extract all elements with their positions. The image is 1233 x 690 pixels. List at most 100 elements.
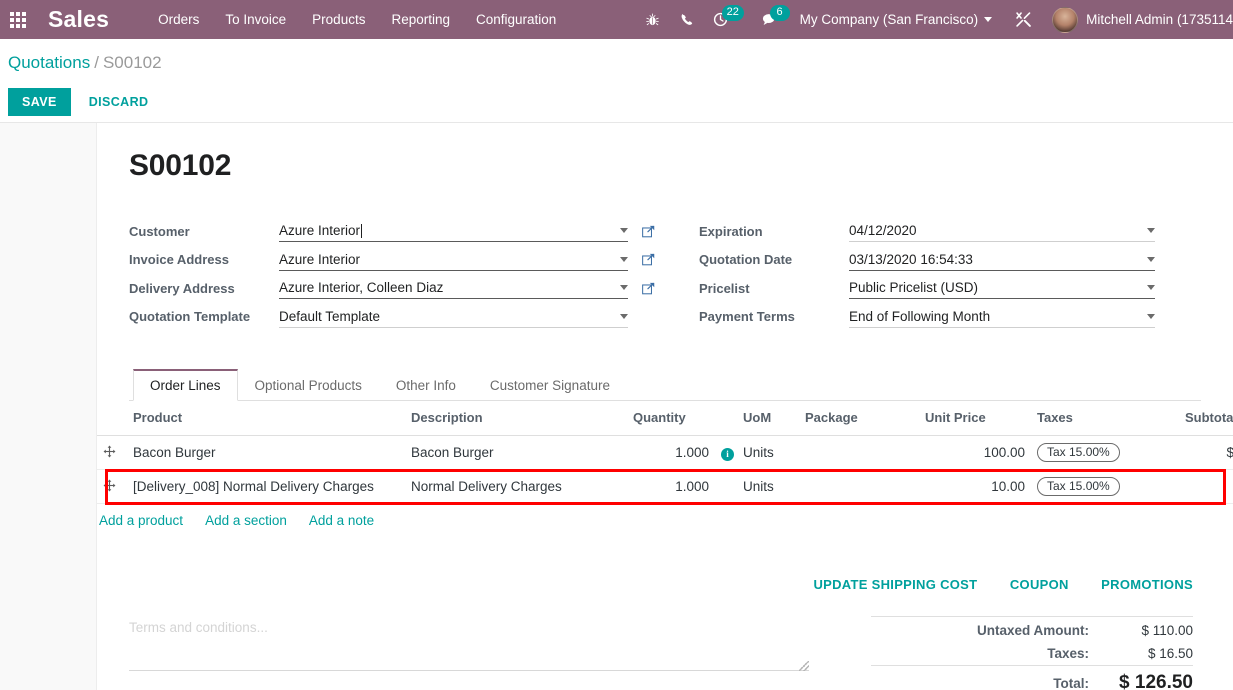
totals-divider-top	[871, 616, 1193, 617]
discard-button[interactable]: DISCARD	[81, 88, 157, 116]
menu-item-products[interactable]: Products	[299, 0, 378, 39]
voip-phone-button[interactable]	[670, 0, 704, 39]
breadcrumb: Quotations / S00102	[0, 51, 1233, 75]
cell-quantity[interactable]: 1.000	[627, 469, 715, 504]
save-button[interactable]: SAVE	[8, 88, 71, 116]
cell-uom[interactable]: Units	[737, 435, 799, 470]
row-drag-handle[interactable]	[97, 469, 127, 504]
cell-quantity-info[interactable]: i	[715, 435, 737, 470]
row-drag-handle[interactable]	[97, 435, 127, 470]
menu-item-to-invoice[interactable]: To Invoice	[212, 0, 299, 39]
external-link-icon	[641, 282, 654, 295]
cell-package[interactable]	[799, 469, 919, 504]
cell-product[interactable]: [Delivery_008] Normal Delivery Charges	[127, 469, 405, 504]
app-brand-sales[interactable]: Sales	[48, 6, 109, 33]
cell-taxes[interactable]: Tax 15.00%	[1031, 435, 1179, 470]
cell-quantity[interactable]: 1.000	[627, 435, 715, 470]
col-description: Description	[405, 401, 627, 436]
cell-unit-price[interactable]: 100.00	[919, 435, 1031, 470]
col-taxes: Taxes	[1031, 401, 1179, 436]
tab-optional-products[interactable]: Optional Products	[238, 369, 379, 401]
delivery-address-value: Azure Interior, Colleen Diaz	[279, 280, 444, 296]
col-product: Product	[127, 401, 405, 436]
field-pricelist-row: Pricelist Public Pricelist (USD)	[699, 274, 1155, 303]
tab-customer-signature[interactable]: Customer Signature	[473, 369, 627, 401]
activities-button[interactable]: 22	[704, 0, 744, 39]
user-menu-label[interactable]: Mitchell Admin (1735114	[1086, 12, 1233, 27]
delivery-address-input[interactable]: Azure Interior, Colleen Diaz	[279, 277, 628, 300]
chevron-down-icon[interactable]	[1147, 256, 1155, 262]
chevron-down-icon[interactable]	[1147, 285, 1155, 291]
field-invoice-address-row: Invoice Address Azure Interior	[129, 246, 659, 275]
control-panel-buttons: SAVE DISCARD	[0, 88, 1233, 116]
terms-and-conditions-field[interactable]: Terms and conditions...	[129, 616, 809, 690]
promotions-button[interactable]: PROMOTIONS	[1101, 577, 1193, 592]
field-delivery-address-row: Delivery Address Azure Interior, Colleen…	[129, 274, 659, 303]
cell-unit-price[interactable]: 10.00	[919, 469, 1031, 504]
add-a-note-link[interactable]: Add a note	[309, 513, 374, 528]
add-a-product-link[interactable]: Add a product	[99, 513, 183, 528]
debug-bug-button[interactable]	[636, 0, 670, 39]
tax-badge: Tax 15.00%	[1037, 443, 1120, 462]
cell-quantity-info	[715, 469, 737, 504]
text-cursor	[361, 223, 363, 238]
cell-package[interactable]	[799, 435, 919, 470]
open-customer-record-button[interactable]	[637, 225, 659, 238]
coupon-button[interactable]: COUPON	[1010, 577, 1069, 592]
cell-description[interactable]: Bacon Burger	[405, 435, 627, 470]
wrench-screwdriver-icon	[1015, 12, 1031, 27]
chevron-down-icon[interactable]	[1147, 228, 1155, 234]
chevron-down-icon[interactable]	[620, 313, 628, 319]
resize-grip-icon[interactable]	[799, 661, 809, 671]
total-untaxed-amount-row: Untaxed Amount: $ 110.00	[871, 619, 1193, 642]
pricelist-value: Public Pricelist (USD)	[849, 280, 979, 296]
cell-description[interactable]: Normal Delivery Charges	[405, 469, 627, 504]
main-menu: Orders To Invoice Products Reporting Con…	[145, 0, 569, 39]
chevron-down-icon[interactable]	[620, 256, 628, 262]
menu-item-reporting[interactable]: Reporting	[378, 0, 463, 39]
table-row[interactable]: [Delivery_008] Normal Delivery Charges N…	[97, 469, 1233, 504]
messages-button[interactable]: 6	[752, 0, 790, 39]
payment-terms-input[interactable]: End of Following Month	[849, 306, 1155, 328]
menu-item-orders[interactable]: Orders	[145, 0, 212, 39]
pricelist-input[interactable]: Public Pricelist (USD)	[849, 277, 1155, 300]
update-shipping-cost-button[interactable]: UPDATE SHIPPING COST	[813, 577, 977, 592]
add-line-links: Add a product Add a section Add a note	[65, 504, 1200, 530]
cell-uom[interactable]: Units	[737, 469, 799, 504]
user-avatar[interactable]	[1052, 6, 1079, 33]
open-delivery-address-button[interactable]	[637, 282, 659, 295]
table-row[interactable]: Bacon Burger Bacon Burger 1.000 i Units …	[97, 435, 1233, 470]
expiration-input[interactable]: 04/12/2020	[849, 220, 1155, 243]
breadcrumb-quotations[interactable]: Quotations	[8, 53, 90, 72]
cell-taxes[interactable]: Tax 15.00%	[1031, 469, 1179, 504]
col-handle	[97, 401, 127, 436]
field-label-delivery-address: Delivery Address	[129, 280, 235, 296]
apps-menu-button[interactable]	[0, 0, 36, 39]
tools-button[interactable]	[1006, 0, 1040, 39]
activities-badge: 22	[721, 5, 744, 21]
breadcrumb-separator: /	[94, 53, 99, 72]
totals-block: Untaxed Amount: $ 110.00 Taxes: $ 16.50 …	[871, 616, 1201, 690]
tab-order-lines[interactable]: Order Lines	[133, 369, 238, 401]
col-quantity-info	[715, 401, 737, 436]
add-a-section-link[interactable]: Add a section	[205, 513, 287, 528]
terms-textarea-underline	[129, 635, 809, 671]
field-expiration-row: Expiration 04/12/2020	[699, 217, 1155, 246]
tab-other-info[interactable]: Other Info	[379, 369, 473, 401]
customer-input[interactable]: Azure Interior	[279, 220, 628, 243]
company-switcher[interactable]: My Company (San Francisco)	[786, 12, 1001, 27]
chevron-down-icon[interactable]	[620, 285, 628, 291]
field-label-pricelist: Pricelist	[699, 280, 750, 296]
chevron-down-icon[interactable]	[620, 228, 628, 234]
field-label-quotation-date: Quotation Date	[699, 252, 793, 268]
quotation-date-input[interactable]: 03/13/2020 16:54:33	[849, 249, 1155, 271]
col-quantity: Quantity	[627, 401, 715, 436]
open-invoice-address-button[interactable]	[637, 253, 659, 266]
cell-product[interactable]: Bacon Burger	[127, 435, 405, 470]
bug-icon	[646, 13, 659, 25]
invoice-address-input[interactable]: Azure Interior	[279, 249, 628, 271]
menu-item-configuration[interactable]: Configuration	[463, 0, 569, 39]
apps-grid-icon	[10, 11, 26, 28]
quotation-template-input[interactable]: Default Template	[279, 306, 628, 328]
chevron-down-icon[interactable]	[1147, 313, 1155, 319]
